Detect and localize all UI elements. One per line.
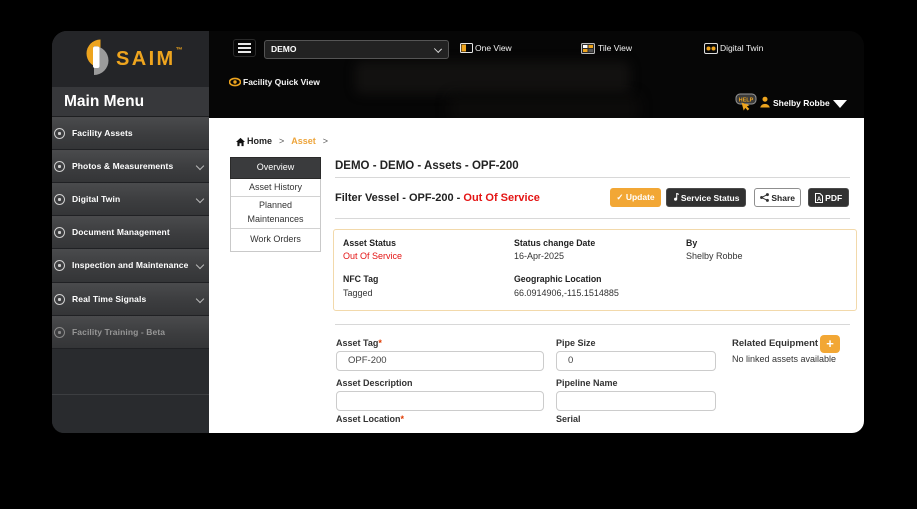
svg-text:A: A — [817, 197, 822, 203]
svg-text:HELP: HELP — [739, 98, 754, 104]
